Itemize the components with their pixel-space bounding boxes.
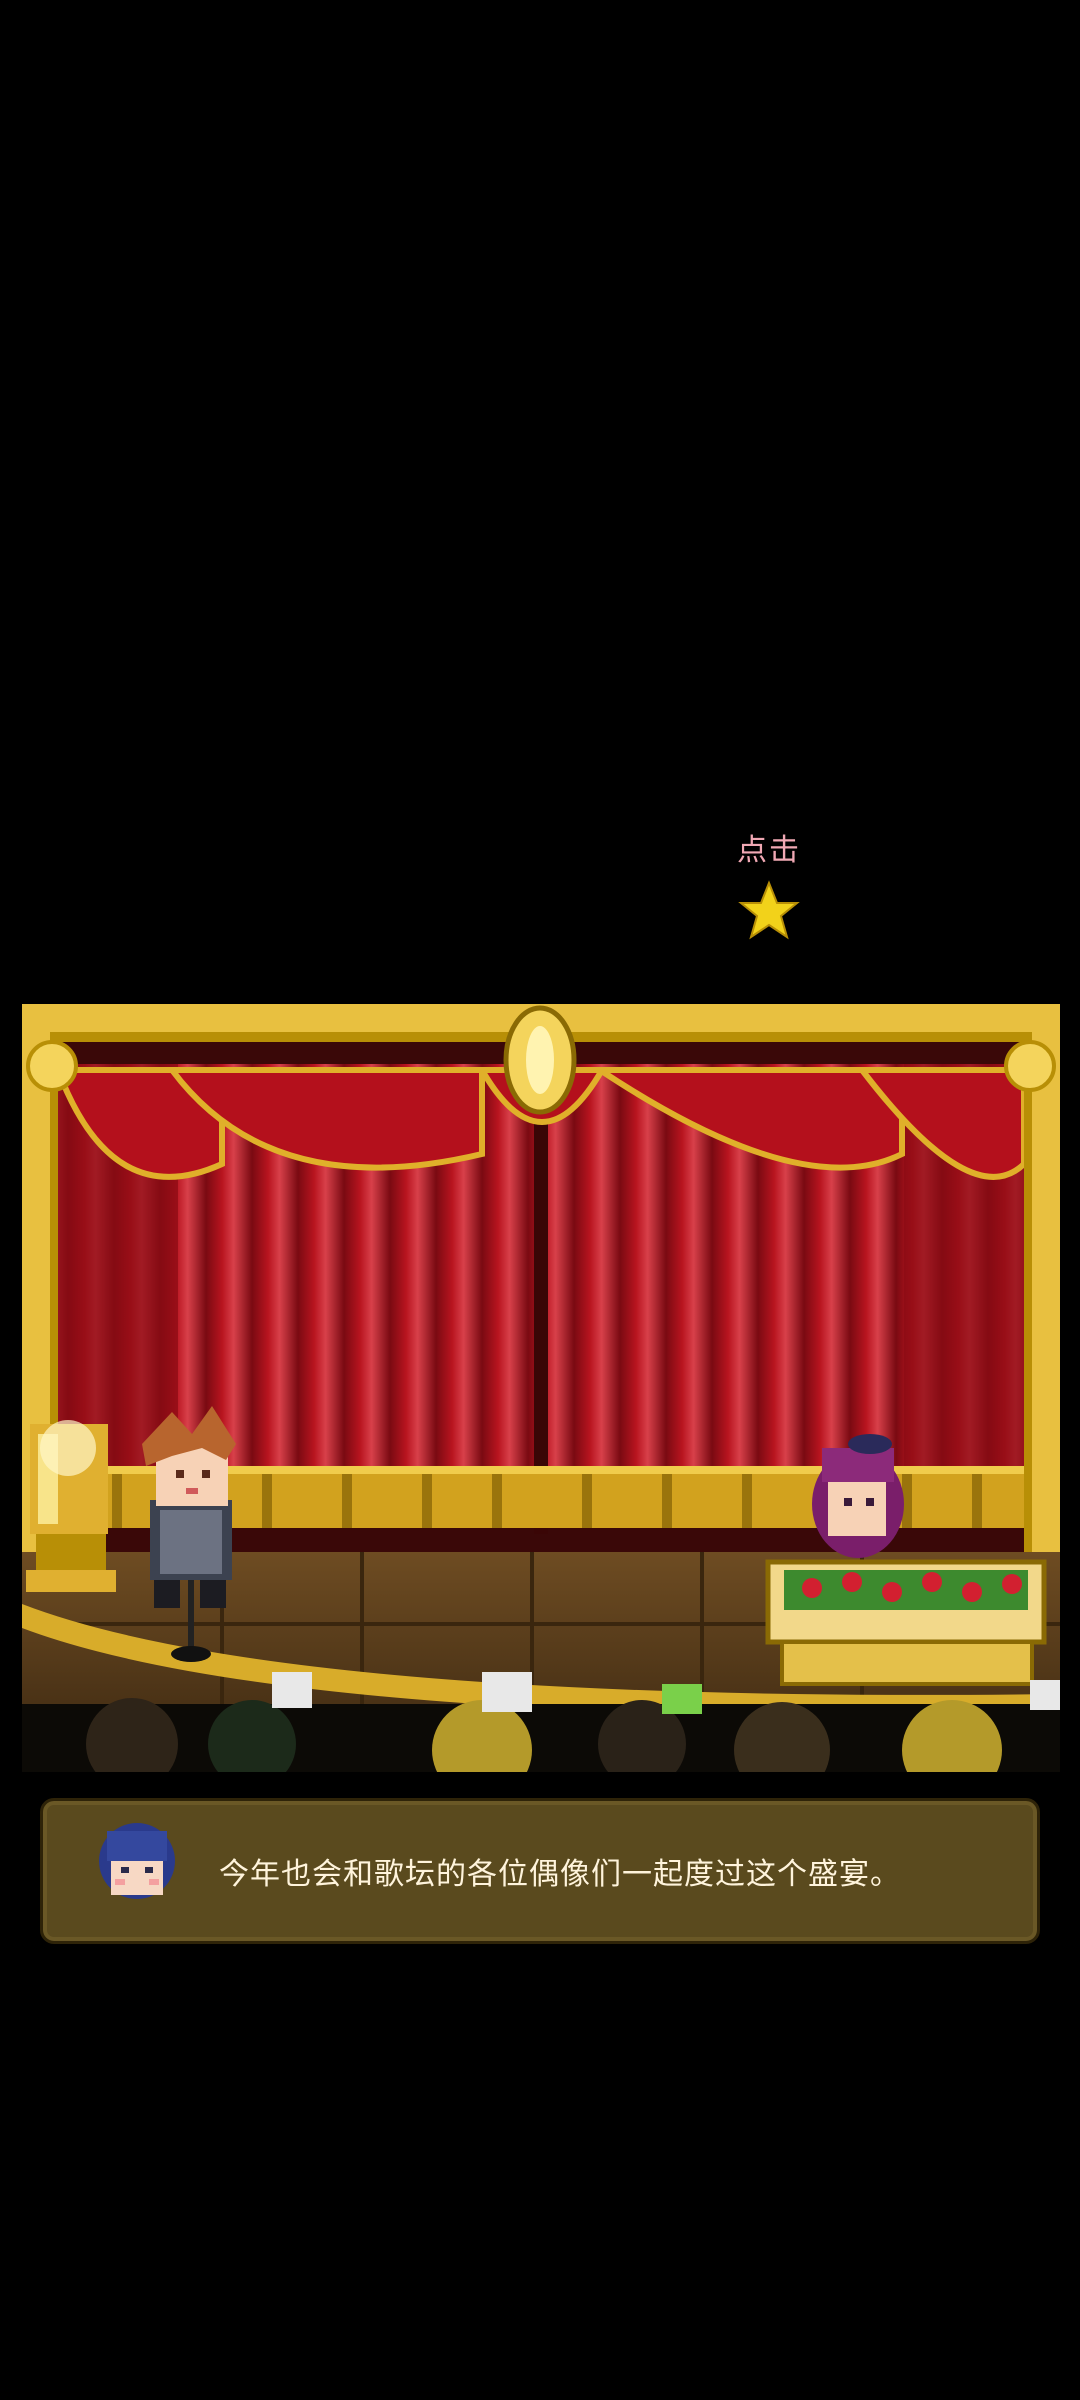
dialog-text: 今年也会和歌坛的各位偶像们一起度过这个盛宴。 [219, 1857, 901, 1892]
golden-trophy [26, 1420, 116, 1592]
star-icon [738, 880, 800, 940]
tap-hint-label: 点击 [737, 833, 801, 868]
stage-scene[interactable] [22, 1004, 1060, 1772]
tap-hint[interactable]: 点击 [714, 825, 824, 943]
purple-hair-girl-character [812, 1434, 904, 1558]
dialog-box[interactable]: 今年也会和歌坛的各位偶像们一起度过这个盛宴。 [40, 1798, 1040, 1944]
stage-illustration [22, 1004, 1060, 1772]
blue-hair-avatar [99, 1823, 175, 1899]
flower-table [765, 1559, 1047, 1686]
